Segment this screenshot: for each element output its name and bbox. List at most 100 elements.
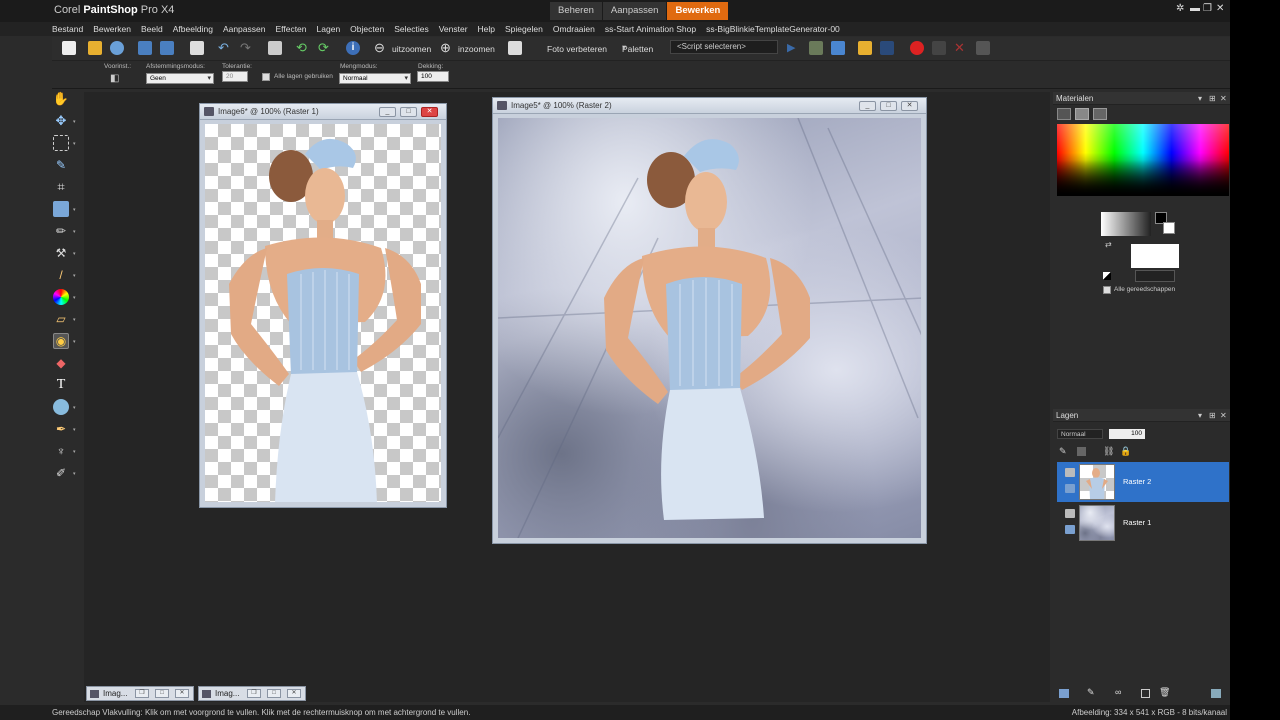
run-script-icon[interactable]: ▶ — [787, 41, 801, 55]
panel-menu-icon[interactable]: ▾ — [1198, 411, 1202, 420]
open-folder-icon[interactable] — [88, 41, 102, 55]
mask-layer-icon[interactable]: ∞ — [1115, 687, 1121, 697]
swap-colors-icon[interactable]: ⇄ — [1105, 240, 1112, 249]
document-window-image5[interactable]: Image5* @ 100% (Raster 2) _ □ ✕ — [492, 97, 927, 544]
background-material-swatch[interactable] — [1131, 244, 1179, 268]
save-recording-icon[interactable] — [976, 41, 990, 55]
document-icon[interactable] — [508, 41, 522, 55]
menu-help[interactable]: Help — [478, 24, 495, 34]
oil-tool-chevron-icon[interactable]: ▾ — [73, 471, 76, 477]
menu-bewerken[interactable]: Bewerken — [93, 24, 131, 34]
makeover-tool-chevron-icon[interactable]: ▾ — [73, 229, 76, 235]
menu-objecten[interactable]: Objecten — [350, 24, 384, 34]
new-vector-layer-icon[interactable]: ✎ — [1087, 687, 1095, 698]
makeover-tool-icon[interactable]: ✏ — [53, 223, 69, 239]
cancel-recording-icon[interactable]: ✕ — [954, 41, 968, 55]
preset-bucket-icon[interactable]: ◧ — [110, 73, 126, 85]
save-icon[interactable] — [138, 41, 152, 55]
browse-icon[interactable] — [110, 41, 124, 55]
crop-tool-icon[interactable]: ⌗ — [53, 179, 69, 195]
flood-fill-tool-icon[interactable]: ◉ — [53, 333, 69, 349]
doc-maximize-button[interactable]: □ — [880, 101, 897, 111]
zoom-out-label[interactable]: uitzoomen — [392, 44, 431, 54]
move-tool-chevron-icon[interactable]: ▾ — [73, 119, 76, 125]
layer-name[interactable]: Raster 1 — [1123, 518, 1151, 527]
blend-mode-select[interactable]: Normaal — [339, 73, 411, 84]
doc-minimize-button[interactable]: _ — [379, 107, 396, 117]
close-button[interactable]: ✕ — [175, 689, 189, 698]
dropper-tool-icon[interactable]: ✎ — [53, 157, 69, 173]
transparent-toggle[interactable] — [1135, 270, 1175, 282]
zoom-in-icon[interactable]: ⊕ — [440, 41, 454, 55]
maximize-button[interactable]: □ — [155, 689, 169, 698]
menu-spiegelen[interactable]: Spiegelen — [505, 24, 543, 34]
panel-close-icon[interactable]: ✕ — [1220, 411, 1227, 420]
duplicate-layer-icon[interactable] — [1141, 689, 1150, 698]
eraser-tool-chevron-icon[interactable]: ▾ — [73, 317, 76, 323]
restore-window-icon[interactable]: ❐ — [1203, 3, 1212, 14]
close-window-icon[interactable]: ✕ — [1216, 3, 1224, 14]
close-button[interactable]: ✕ — [287, 689, 301, 698]
menu-start-animation-shop[interactable]: ss-Start Animation Shop — [605, 24, 696, 34]
menu-afbeelding[interactable]: Afbeelding — [173, 24, 213, 34]
menu-effecten[interactable]: Effecten — [275, 24, 306, 34]
move-tool-icon[interactable]: ✥ — [53, 113, 69, 129]
edit-layer-icon[interactable]: ✎ — [1059, 446, 1067, 457]
layer-eye-icon[interactable] — [1065, 484, 1075, 493]
layer-opacity-input[interactable]: 100 — [1109, 429, 1145, 439]
opacity-input[interactable]: 100 — [417, 71, 449, 82]
layer-row-raster1[interactable]: Raster 1 — [1057, 503, 1229, 543]
delete-layer-icon[interactable]: 🗑 — [1159, 687, 1170, 698]
tab-beheren[interactable]: Beheren — [550, 2, 602, 20]
info-icon[interactable]: i — [346, 41, 360, 55]
minimize-window-icon[interactable]: ▬ — [1190, 3, 1200, 14]
restore-button[interactable]: ❐ — [247, 689, 261, 698]
frame-tab-icon[interactable] — [1057, 108, 1071, 120]
tab-aanpassen[interactable]: Aanpassen — [602, 2, 667, 20]
layer-eye-icon[interactable] — [1065, 525, 1075, 534]
lock-layer-icon[interactable]: 🔒 — [1120, 446, 1131, 457]
rotate-left-icon[interactable]: ⟲ — [296, 41, 310, 55]
color-spectrum[interactable] — [1057, 124, 1229, 196]
minimized-window-1[interactable]: Imag... ❐ □ ✕ — [86, 686, 194, 701]
color-changer-tool-icon[interactable] — [53, 289, 69, 305]
clone-tool-icon[interactable]: ⚒ — [53, 245, 69, 261]
zoom-out-icon[interactable]: ⊖ — [374, 41, 388, 55]
selection-tool-icon[interactable] — [53, 135, 69, 151]
layer-visibility-icon[interactable] — [1065, 468, 1075, 477]
print-icon[interactable] — [190, 41, 204, 55]
record-icon[interactable] — [910, 41, 924, 55]
panel-pin-icon[interactable]: ⊞ — [1209, 411, 1216, 420]
text-tool-icon[interactable]: T — [53, 377, 69, 393]
layer-lock-alpha-icon[interactable] — [1077, 447, 1086, 456]
match-mode-select[interactable]: Geen — [146, 73, 214, 84]
document-window-image6[interactable]: Image6* @ 100% (Raster 1) _ □ ✕ — [199, 103, 447, 508]
pen-tool-chevron-icon[interactable]: ▾ — [73, 427, 76, 433]
save-as-icon[interactable] — [160, 41, 174, 55]
layer-blend-select[interactable]: Normaal — [1057, 429, 1103, 439]
open-script-folder-icon[interactable] — [858, 41, 872, 55]
palettes-menu[interactable]: Paletten — [622, 44, 653, 54]
minimized-window-2[interactable]: Imag... ❐ □ ✕ — [198, 686, 306, 701]
pen-tool-icon[interactable]: ✒ — [53, 421, 69, 437]
menu-beeld[interactable]: Beeld — [141, 24, 163, 34]
layer-row-raster2[interactable]: Raster 2 — [1057, 462, 1229, 502]
red-eye-tool-chevron-icon[interactable]: ▾ — [73, 207, 76, 213]
background-color-swatch[interactable] — [1163, 222, 1175, 234]
layer-properties-icon[interactable] — [1211, 689, 1221, 698]
menu-bestand[interactable]: Bestand — [52, 24, 83, 34]
new-file-icon[interactable] — [62, 41, 76, 55]
menu-lagen[interactable]: Lagen — [317, 24, 341, 34]
pause-icon[interactable] — [932, 41, 946, 55]
image6-canvas[interactable] — [205, 124, 441, 502]
document-titlebar[interactable]: Image5* @ 100% (Raster 2) _ □ ✕ — [493, 98, 926, 114]
panel-pin-icon[interactable]: ⊞ — [1209, 94, 1216, 103]
panel-menu-icon[interactable]: ▾ — [1198, 94, 1202, 103]
edit-script-icon[interactable] — [809, 41, 823, 55]
preset-shape-tool-icon[interactable] — [53, 399, 69, 415]
menu-aanpassen[interactable]: Aanpassen — [223, 24, 266, 34]
image5-canvas[interactable] — [498, 118, 921, 538]
warp-tool-chevron-icon[interactable]: ▾ — [73, 449, 76, 455]
panel-close-icon[interactable]: ✕ — [1220, 94, 1227, 103]
eraser-tool-icon[interactable]: ▱ — [53, 311, 69, 327]
